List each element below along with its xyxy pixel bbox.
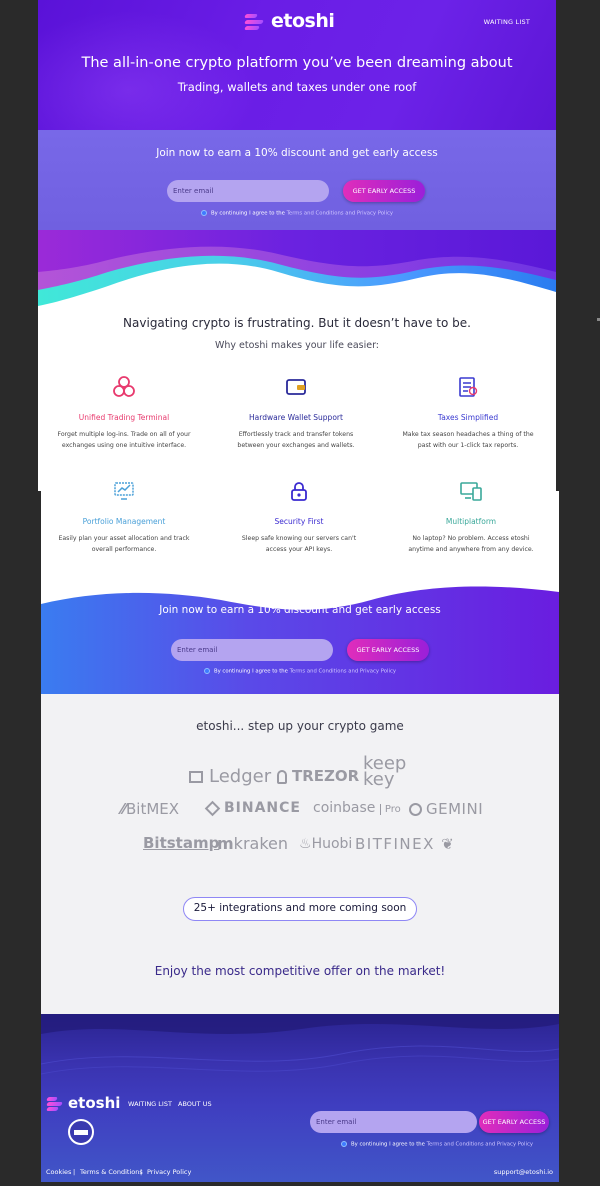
hero-headline: The all-in-one crypto platform you’ve be… xyxy=(81,55,513,71)
feature-hardware-wallet: Hardware Wallet Support Effortlessly tra… xyxy=(216,375,376,451)
footer-waves xyxy=(41,1014,559,1075)
agree-text: By continuing I agree to the xyxy=(351,1141,425,1148)
email-input[interactable] xyxy=(167,180,329,202)
feature-security: Security First Sleep safe knowing our se… xyxy=(219,479,379,555)
binance-logo: BINANCE xyxy=(204,800,301,816)
signup-section-middle: Join now to earn a 10% discount and get … xyxy=(41,582,559,694)
feature-desc: Effortlessly track and transfer tokens be… xyxy=(237,431,355,449)
bitmex-logo: ⁄⁄BitMEX xyxy=(121,800,180,818)
feature-portfolio: Portfolio Management Easily plan your as… xyxy=(44,479,204,555)
wave-divider-top xyxy=(38,230,556,315)
footer-email-input[interactable] xyxy=(310,1111,477,1133)
footer-get-early-access-button[interactable]: GET EARLY ACCESS xyxy=(479,1111,549,1133)
lock-icon xyxy=(291,482,307,501)
footer-separator: | xyxy=(140,1168,143,1176)
brand-name: etoshi xyxy=(271,10,335,32)
gemini-logo: GEMINI xyxy=(409,800,483,818)
brand-logo[interactable]: etoshi xyxy=(244,10,335,32)
features-section: Navigating crypto is frustrating. But it… xyxy=(38,315,556,491)
circles-icon xyxy=(113,376,135,397)
footer-terms-agreement: By continuing I agree to the Terms and C… xyxy=(341,1141,533,1148)
footer-nav-waiting-list[interactable]: WAITING LIST xyxy=(128,1100,172,1108)
agree-text: By continuing I agree to the xyxy=(213,668,288,675)
footer-support-email[interactable]: support@etoshi.io xyxy=(494,1168,553,1176)
feature-desc: Sleep safe knowing our servers can't acce… xyxy=(241,535,357,553)
footer-privacy-link[interactable]: Privacy Policy xyxy=(147,1168,191,1176)
feature-desc: Easily plan your asset allocation and tr… xyxy=(58,535,190,553)
get-early-access-button[interactable]: GET EARLY ACCESS xyxy=(347,639,429,661)
get-early-access-button[interactable]: GET EARLY ACCESS xyxy=(343,180,425,202)
features-section-continued: Portfolio Management Easily plan your as… xyxy=(41,482,559,582)
logo-mark-icon xyxy=(244,12,267,30)
portfolio-icon xyxy=(114,482,134,500)
feature-taxes: Taxes Simplified Make tax season headach… xyxy=(388,375,548,451)
wave-graphic xyxy=(41,586,559,694)
features-subtitle: Why etoshi makes your life easier: xyxy=(214,340,380,351)
trezor-logo: TREZOR xyxy=(277,767,359,785)
features-title: Navigating crypto is frustrating. But it… xyxy=(123,316,471,330)
feature-desc: Forget multiple log-ins. Trade on all of… xyxy=(57,431,191,449)
feature-desc: No laptop? No problem. Access etoshi anyt… xyxy=(408,535,534,553)
feature-title: Taxes Simplified xyxy=(437,413,499,422)
terms-privacy-link[interactable]: Terms and Conditions and Privacy Policy xyxy=(290,669,396,675)
coinbase-pro-logo: coinbase Pro xyxy=(313,800,401,816)
partners-title: etoshi... step up your crypto game xyxy=(196,719,404,733)
logo-mark-icon xyxy=(46,1096,65,1111)
keepkey-logo: keep key xyxy=(363,753,407,790)
feature-title: Unified Trading Terminal xyxy=(78,413,170,422)
footer-logo[interactable]: etoshi xyxy=(46,1094,121,1112)
signup-section-top: Join now to earn a 10% discount and get … xyxy=(38,130,556,230)
bottom-column: Portfolio Management Easily plan your as… xyxy=(41,482,559,1016)
award-badge-icon xyxy=(68,1119,94,1145)
agree-text: By continuing I agree to the xyxy=(210,210,285,217)
footer-separator: | xyxy=(73,1168,76,1176)
nav-waiting-list[interactable]: WAITING LIST xyxy=(484,18,530,26)
agree-checkbox[interactable] xyxy=(341,1141,347,1147)
feature-title: Portfolio Management xyxy=(82,517,166,526)
ledger-logo: Ledger xyxy=(189,766,271,787)
report-icon xyxy=(459,377,478,397)
kraken-logo: mkraken xyxy=(217,834,288,853)
devices-icon xyxy=(460,482,482,501)
wave-graphic xyxy=(38,230,556,315)
footer-cookies-link[interactable]: Cookies xyxy=(46,1168,71,1176)
brand-name: etoshi xyxy=(68,1094,121,1112)
feature-title: Multiplatform xyxy=(445,517,497,526)
footer-nav-about-us[interactable]: ABOUT US xyxy=(178,1100,212,1108)
terms-agreement: By continuing I agree to the Terms and C… xyxy=(41,668,559,675)
feature-title: Hardware Wallet Support xyxy=(249,413,343,422)
footer: etoshi WAITING LIST ABOUT US GET EARLY A… xyxy=(41,1014,559,1182)
email-input[interactable] xyxy=(171,639,333,661)
hero-subheadline: Trading, wallets and taxes under one roo… xyxy=(177,80,417,94)
terms-privacy-link[interactable]: Terms and Conditions and Privacy Policy xyxy=(287,211,393,217)
agree-checkbox[interactable] xyxy=(203,668,210,674)
bitfinex-logo: BITFINEX ❦ xyxy=(355,835,456,853)
huobi-logo: ♨Huobi xyxy=(299,836,353,852)
agree-checkbox[interactable] xyxy=(200,210,207,216)
partners-section: etoshi... step up your crypto game Ledge… xyxy=(41,694,559,1016)
terms-privacy-link[interactable]: Terms and Conditions and Privacy Policy xyxy=(427,1142,533,1148)
bitstamp-logo: Bitstamp xyxy=(143,834,220,852)
signup-title: Join now to earn a 10% discount and get … xyxy=(159,604,441,616)
wallet-icon xyxy=(286,379,306,395)
feature-title: Security First xyxy=(274,517,324,526)
offer-text: Enjoy the most competitive offer on the … xyxy=(154,964,446,978)
hero-section: etoshi WAITING LIST The all-in-one crypt… xyxy=(38,0,556,130)
signup-title: Join now to earn a 10% discount and get … xyxy=(156,147,438,159)
top-column: etoshi WAITING LIST The all-in-one crypt… xyxy=(38,0,556,491)
feature-unified-trading: Unified Trading Terminal Forget multiple… xyxy=(44,375,204,451)
feature-multiplatform: Multiplatform No laptop? No problem. Acc… xyxy=(391,479,551,555)
terms-agreement: By continuing I agree to the Terms and C… xyxy=(38,210,556,217)
feature-desc: Make tax season headaches a thing of the… xyxy=(402,431,534,449)
integrations-badge: 25+ integrations and more coming soon xyxy=(183,897,417,921)
footer-terms-link[interactable]: Terms & Conditions xyxy=(80,1168,143,1176)
